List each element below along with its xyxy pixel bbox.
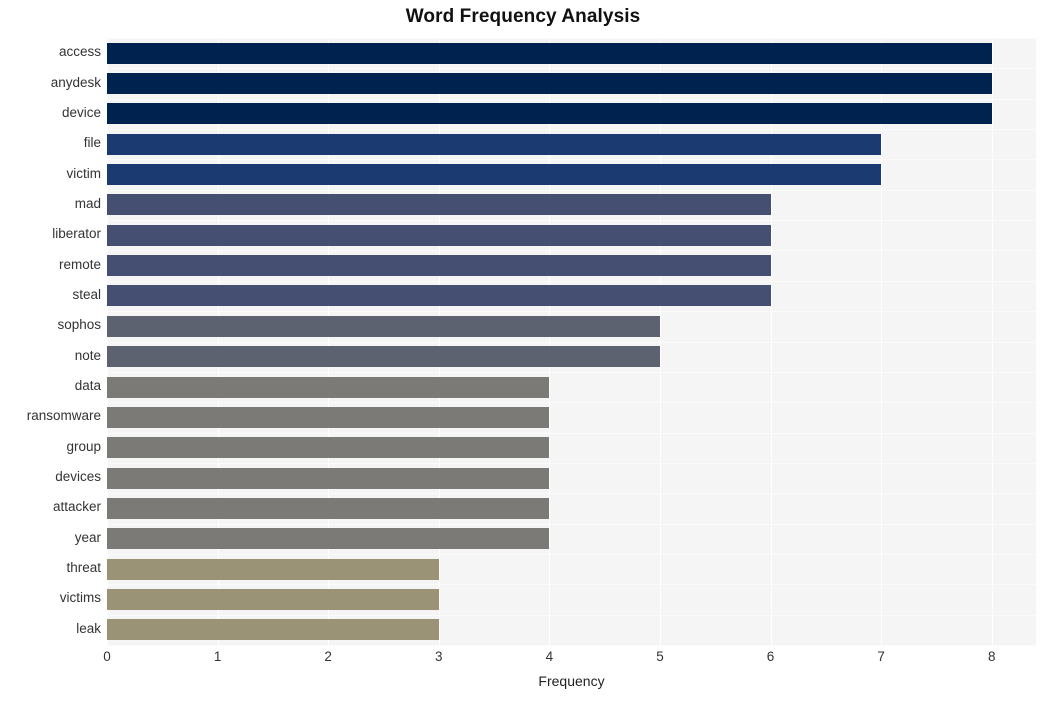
bar-row[interactable] <box>107 619 1036 641</box>
bar[interactable] <box>107 437 550 459</box>
y-axis-tick-label: leak <box>76 620 101 636</box>
y-axis-tick-label: data <box>74 378 101 394</box>
bar[interactable] <box>107 103 992 125</box>
bar-row[interactable] <box>107 467 1036 489</box>
y-axis-tick-label: file <box>83 135 101 151</box>
bar-row[interactable] <box>107 133 1036 155</box>
bar-row[interactable] <box>107 437 1036 459</box>
y-axis-tick-label: anydesk <box>50 74 101 90</box>
horizontal-gridline <box>107 584 1036 586</box>
bar[interactable] <box>107 376 550 398</box>
x-axis-label: Frequency <box>538 673 605 689</box>
bar-row[interactable] <box>107 528 1036 550</box>
bar-row[interactable] <box>107 42 1036 64</box>
horizontal-gridline <box>107 189 1036 191</box>
bar[interactable] <box>107 497 550 519</box>
bar[interactable] <box>107 73 992 95</box>
bar-row[interactable] <box>107 346 1036 368</box>
bar-row[interactable] <box>107 103 1036 125</box>
bar[interactable] <box>107 346 660 368</box>
y-axis-tick-label: attacker <box>52 499 101 515</box>
x-axis-tick-labels: 0 1 2 3 4 5 6 7 8 <box>103 645 1036 671</box>
y-axis-tick-label: mad <box>74 195 101 211</box>
horizontal-gridline <box>107 38 1036 39</box>
y-axis-tick-label: sophos <box>57 317 101 333</box>
chart-title: Word Frequency Analysis <box>405 6 641 27</box>
bar-row[interactable] <box>107 194 1036 216</box>
horizontal-gridline <box>107 250 1036 252</box>
horizontal-gridline <box>107 371 1036 373</box>
horizontal-gridline <box>107 432 1036 434</box>
bar[interactable] <box>107 255 771 277</box>
bar-row[interactable] <box>107 315 1036 337</box>
bar-row[interactable] <box>107 285 1036 307</box>
bar[interactable] <box>107 588 439 610</box>
y-axis-tick-label: access <box>58 44 101 60</box>
bar[interactable] <box>107 528 550 550</box>
y-axis-tick-label: victim <box>66 165 102 181</box>
bar[interactable] <box>107 224 771 246</box>
y-axis-tick-label: device <box>61 104 101 120</box>
horizontal-gridline <box>107 493 1036 495</box>
y-axis-tick-label: liberator <box>52 226 101 242</box>
horizontal-gridline <box>107 523 1036 525</box>
horizontal-gridline <box>107 159 1036 161</box>
horizontal-gridline <box>107 614 1036 616</box>
bar[interactable] <box>107 315 660 337</box>
y-axis-tick-label: remote <box>58 256 101 272</box>
y-axis-tick-label: threat <box>66 560 101 576</box>
bar-row[interactable] <box>107 73 1036 95</box>
x-axis-tick-label: 5 <box>656 649 664 664</box>
bar[interactable] <box>107 285 771 307</box>
horizontal-gridline <box>107 311 1036 313</box>
horizontal-gridline <box>107 280 1036 282</box>
y-axis-tick-label: note <box>74 347 101 363</box>
horizontal-gridline <box>107 402 1036 404</box>
y-axis-tick-label: group <box>66 438 101 454</box>
horizontal-gridline <box>107 341 1036 343</box>
bar-row[interactable] <box>107 224 1036 246</box>
bar-row[interactable] <box>107 497 1036 519</box>
bar[interactable] <box>107 558 439 580</box>
x-axis-tick-label: 0 <box>103 649 111 664</box>
x-axis-tick-label: 1 <box>213 649 222 664</box>
bar[interactable] <box>107 164 882 186</box>
bar-row[interactable] <box>107 255 1036 277</box>
horizontal-gridline <box>107 98 1036 100</box>
bar[interactable] <box>107 194 771 216</box>
bar-row[interactable] <box>107 558 1036 580</box>
horizontal-gridline <box>107 462 1036 464</box>
bar-row[interactable] <box>107 164 1036 186</box>
horizontal-gridline <box>107 129 1036 131</box>
x-axis-tick-label: 8 <box>987 649 996 664</box>
chart-figure: Word Frequency Analysis access anydesk dev… <box>0 0 1046 701</box>
bar[interactable] <box>107 133 882 155</box>
x-axis-tick-label: 7 <box>877 649 885 664</box>
x-axis-tick-label: 3 <box>435 649 443 664</box>
bar[interactable] <box>107 406 550 428</box>
bar[interactable] <box>107 467 550 489</box>
horizontal-gridline <box>107 68 1036 70</box>
y-axis-tick-labels: access anydesk device file victim mad liberato… <box>0 38 101 645</box>
bar-row[interactable] <box>107 406 1036 428</box>
bar[interactable] <box>107 42 992 64</box>
bar-row[interactable] <box>107 376 1036 398</box>
horizontal-gridline <box>107 220 1036 222</box>
y-axis-tick-label: victims <box>59 590 101 606</box>
plot-area <box>107 38 1036 646</box>
bar[interactable] <box>107 619 439 641</box>
y-axis-tick-label: steal <box>72 286 101 302</box>
y-axis-tick-label: year <box>74 529 101 545</box>
bar-row[interactable] <box>107 588 1036 610</box>
y-axis-tick-label: ransomware <box>26 408 101 424</box>
x-axis-tick-label: 2 <box>324 649 332 664</box>
y-axis-tick-label: devices <box>55 469 101 485</box>
x-axis-tick-label: 6 <box>766 649 775 664</box>
x-axis-tick-label: 4 <box>545 649 554 664</box>
horizontal-gridline <box>107 553 1036 555</box>
